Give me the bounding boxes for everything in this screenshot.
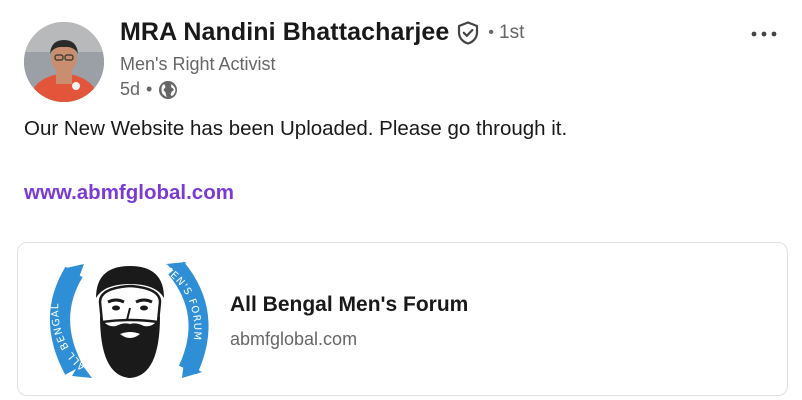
post-time: 5d bbox=[120, 79, 141, 99]
verified-shield-icon bbox=[457, 20, 479, 45]
card-title[interactable]: All Bengal Men's Forum bbox=[230, 293, 468, 317]
post-meta: 5d • bbox=[120, 79, 178, 100]
card-domain: abmfglobal.com bbox=[230, 329, 358, 349]
degree-separator: • bbox=[488, 23, 495, 41]
author-name-row: MRA Nandini Bhattacharjee • 1st bbox=[120, 18, 524, 47]
ellipsis-icon bbox=[751, 31, 777, 37]
abmf-logo: ALL BENGAL MEN'S FORUM bbox=[44, 258, 216, 383]
link-preview-card[interactable]: ALL BENGAL MEN'S FORUM All Bengal Men's … bbox=[17, 242, 788, 396]
feed-post: MRA Nandini Bhattacharjee • 1st Men's Ri… bbox=[0, 0, 802, 400]
author-headline: Men's Right Activist bbox=[120, 54, 276, 74]
post-link[interactable]: www.abmfglobal.com bbox=[24, 181, 234, 205]
connection-degree: 1st bbox=[499, 21, 525, 43]
more-options-button[interactable] bbox=[748, 22, 780, 46]
avatar-photo bbox=[24, 22, 104, 102]
globe-icon bbox=[158, 80, 178, 100]
author-name[interactable]: MRA Nandini Bhattacharjee bbox=[120, 18, 449, 47]
post-text: Our New Website has been Uploaded. Pleas… bbox=[24, 117, 568, 140]
author-avatar[interactable] bbox=[24, 22, 104, 102]
meta-separator: • bbox=[146, 79, 153, 99]
